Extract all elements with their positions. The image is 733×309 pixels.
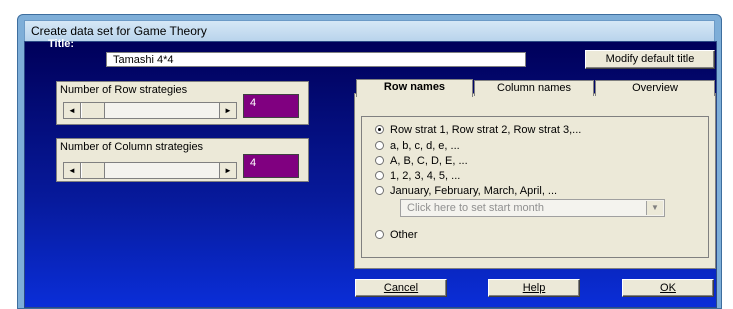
row-strategies-label: Number of Row strategies (60, 84, 188, 96)
column-strategies-scrollbar[interactable]: ◄ ► (63, 162, 237, 179)
scroll-thumb[interactable] (81, 103, 105, 118)
start-month-combo[interactable]: Click here to set start month ▼ (400, 199, 665, 217)
radio-icon (375, 186, 384, 195)
radio-numbers[interactable]: 1, 2, 3, 4, 5, ... (375, 170, 460, 182)
row-strategies-scrollbar[interactable]: ◄ ► (63, 102, 237, 119)
radio-months[interactable]: January, February, March, April, ... (375, 185, 557, 197)
scroll-left-icon[interactable]: ◄ (64, 103, 81, 118)
radio-selected-icon (375, 125, 384, 134)
scroll-right-icon[interactable]: ► (219, 163, 236, 178)
radio-icon (375, 156, 384, 165)
radio-label: 1, 2, 3, 4, 5, ... (390, 170, 461, 182)
modify-title-button[interactable]: Modify default title (585, 50, 715, 69)
help-button[interactable]: Help (488, 279, 580, 297)
radio-other[interactable]: Other (375, 229, 418, 241)
combo-placeholder: Click here to set start month (407, 202, 544, 214)
radio-label: January, February, March, April, ... (390, 185, 558, 197)
radio-label: Other (390, 229, 418, 241)
cancel-label: Cancel (383, 282, 419, 294)
row-strategies-value: 4 (243, 94, 299, 118)
ok-button[interactable]: OK (622, 279, 714, 297)
radio-label: A, B, C, D, E, ... (390, 155, 468, 167)
radio-label: Row strat 1, Row strat 2, Row strat 3,..… (390, 124, 582, 136)
cancel-button[interactable]: Cancel (355, 279, 447, 297)
radio-icon (375, 141, 384, 150)
radio-label: a, b, c, d, e, ... (390, 140, 460, 152)
tab-row-names[interactable]: Row names (356, 79, 473, 97)
radio-icon (375, 171, 384, 180)
column-strategies-value: 4 (243, 154, 299, 178)
title-input[interactable]: Tamashi 4*4 (106, 52, 526, 67)
chevron-down-icon[interactable]: ▼ (646, 201, 663, 215)
scroll-thumb[interactable] (81, 163, 105, 178)
radio-icon (375, 230, 384, 239)
radio-row-strat[interactable]: Row strat 1, Row strat 2, Row strat 3,..… (375, 124, 581, 136)
radio-lowercase[interactable]: a, b, c, d, e, ... (375, 140, 460, 152)
help-label: Help (522, 282, 546, 294)
title-label: Title: (48, 38, 75, 50)
column-strategies-label: Number of Column strategies (60, 141, 204, 153)
tab-column-names[interactable]: Column names (474, 80, 594, 96)
title-bar[interactable]: Create data set for Game Theory (24, 20, 715, 42)
window-title: Create data set for Game Theory (31, 24, 207, 38)
ok-label: OK (660, 282, 676, 294)
scroll-right-icon[interactable]: ► (219, 103, 236, 118)
tab-overview[interactable]: Overview (595, 80, 715, 96)
radio-uppercase[interactable]: A, B, C, D, E, ... (375, 155, 468, 167)
scroll-left-icon[interactable]: ◄ (64, 163, 81, 178)
